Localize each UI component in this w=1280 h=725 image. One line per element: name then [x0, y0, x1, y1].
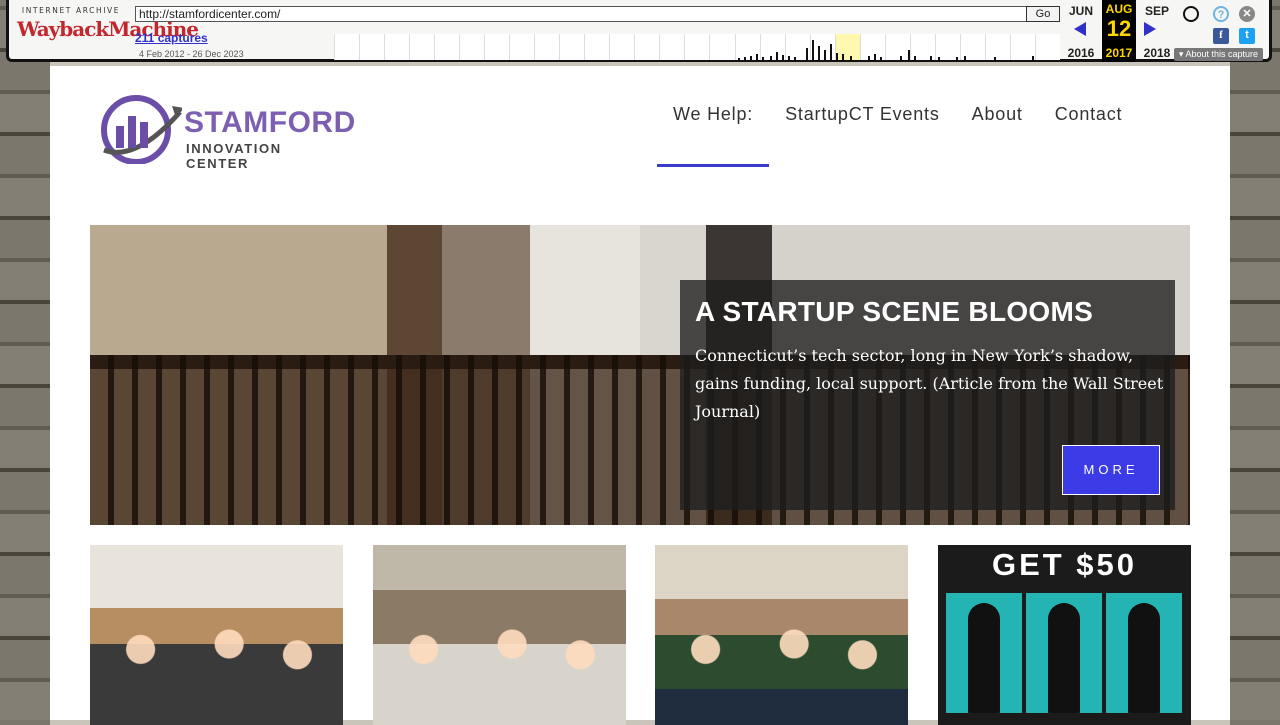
next-capture-arrow-icon[interactable]: [1144, 22, 1156, 36]
silhouette-icon: [1128, 603, 1160, 713]
logo-mark-icon: [101, 95, 184, 165]
hero-title: A STARTUP SCENE BLOOMS: [695, 296, 1094, 327]
twitter-icon[interactable]: t: [1239, 28, 1255, 44]
nav-about[interactable]: About: [956, 104, 1039, 164]
facebook-icon[interactable]: f: [1213, 28, 1229, 44]
sparkline-bars: [738, 40, 1034, 60]
prev-capture-arrow-icon[interactable]: [1074, 22, 1086, 36]
close-icon[interactable]: ✕: [1239, 6, 1255, 22]
wayback-logo[interactable]: INTERNET ARCHIVE WaybackMachine: [17, 6, 199, 52]
hero-caption: A STARTUP SCENE BLOOMS Connecticut’s tec…: [680, 280, 1175, 510]
prev-month[interactable]: JUN 2016: [1064, 0, 1098, 60]
help-icon[interactable]: ?: [1213, 6, 1229, 22]
wayback-toolbar: INTERNET ARCHIVE WaybackMachine http://s…: [6, 0, 1272, 62]
user-icon[interactable]: [1183, 6, 1199, 22]
captures-link[interactable]: 211 captures: [135, 31, 208, 45]
promo-headline: GET $50: [991, 547, 1138, 582]
tile-workshop-image[interactable]: [90, 545, 343, 725]
site-logo[interactable]: STAMFORD INNOVATION CENTER: [96, 92, 355, 171]
current-month: AUG 12 2017: [1102, 0, 1136, 62]
tile-promo[interactable]: GET $50: [938, 545, 1191, 725]
more-button[interactable]: MORE: [1062, 445, 1160, 495]
wayback-url-input[interactable]: http://stamfordicenter.com/: [135, 6, 1027, 22]
logo-title: STAMFORD: [184, 106, 356, 139]
silhouette-icon: [968, 603, 1000, 713]
silhouette-icon: [1048, 603, 1080, 713]
current-day: 12: [1106, 16, 1132, 41]
next-month[interactable]: SEP 2018: [1140, 0, 1174, 60]
about-capture-button[interactable]: ▾ About this capture: [1173, 48, 1263, 61]
nav-we-help[interactable]: We Help:: [657, 104, 770, 167]
wayback-logo-main: WaybackMachine: [17, 17, 199, 41]
logo-subtitle: INNOVATION CENTER: [186, 141, 282, 171]
nav-contact[interactable]: Contact: [1039, 104, 1139, 164]
feature-tiles: GET $50: [90, 545, 1191, 725]
nav-startupct-events[interactable]: StartupCT Events: [769, 104, 956, 164]
month-navigator: JUN 2016 AUG 12 2017 SEP 2018: [1064, 0, 1174, 62]
main-nav: We Help: StartupCT Events About Contact: [657, 104, 1138, 167]
tile-founders-image[interactable]: [655, 545, 908, 725]
tile-event-image[interactable]: [373, 545, 626, 725]
hero-slide: A STARTUP SCENE BLOOMS Connecticut’s tec…: [90, 225, 1190, 525]
capture-sparkline[interactable]: [334, 34, 1060, 60]
hero-text: Connecticut’s tech sector, long in New Y…: [695, 346, 1164, 421]
go-button[interactable]: Go: [1026, 6, 1060, 22]
capture-range: 4 Feb 2012 - 26 Dec 2023: [139, 49, 244, 59]
website-page: STAMFORD INNOVATION CENTER We Help: Star…: [50, 66, 1230, 725]
wayback-logo-top: INTERNET ARCHIVE: [21, 6, 121, 15]
